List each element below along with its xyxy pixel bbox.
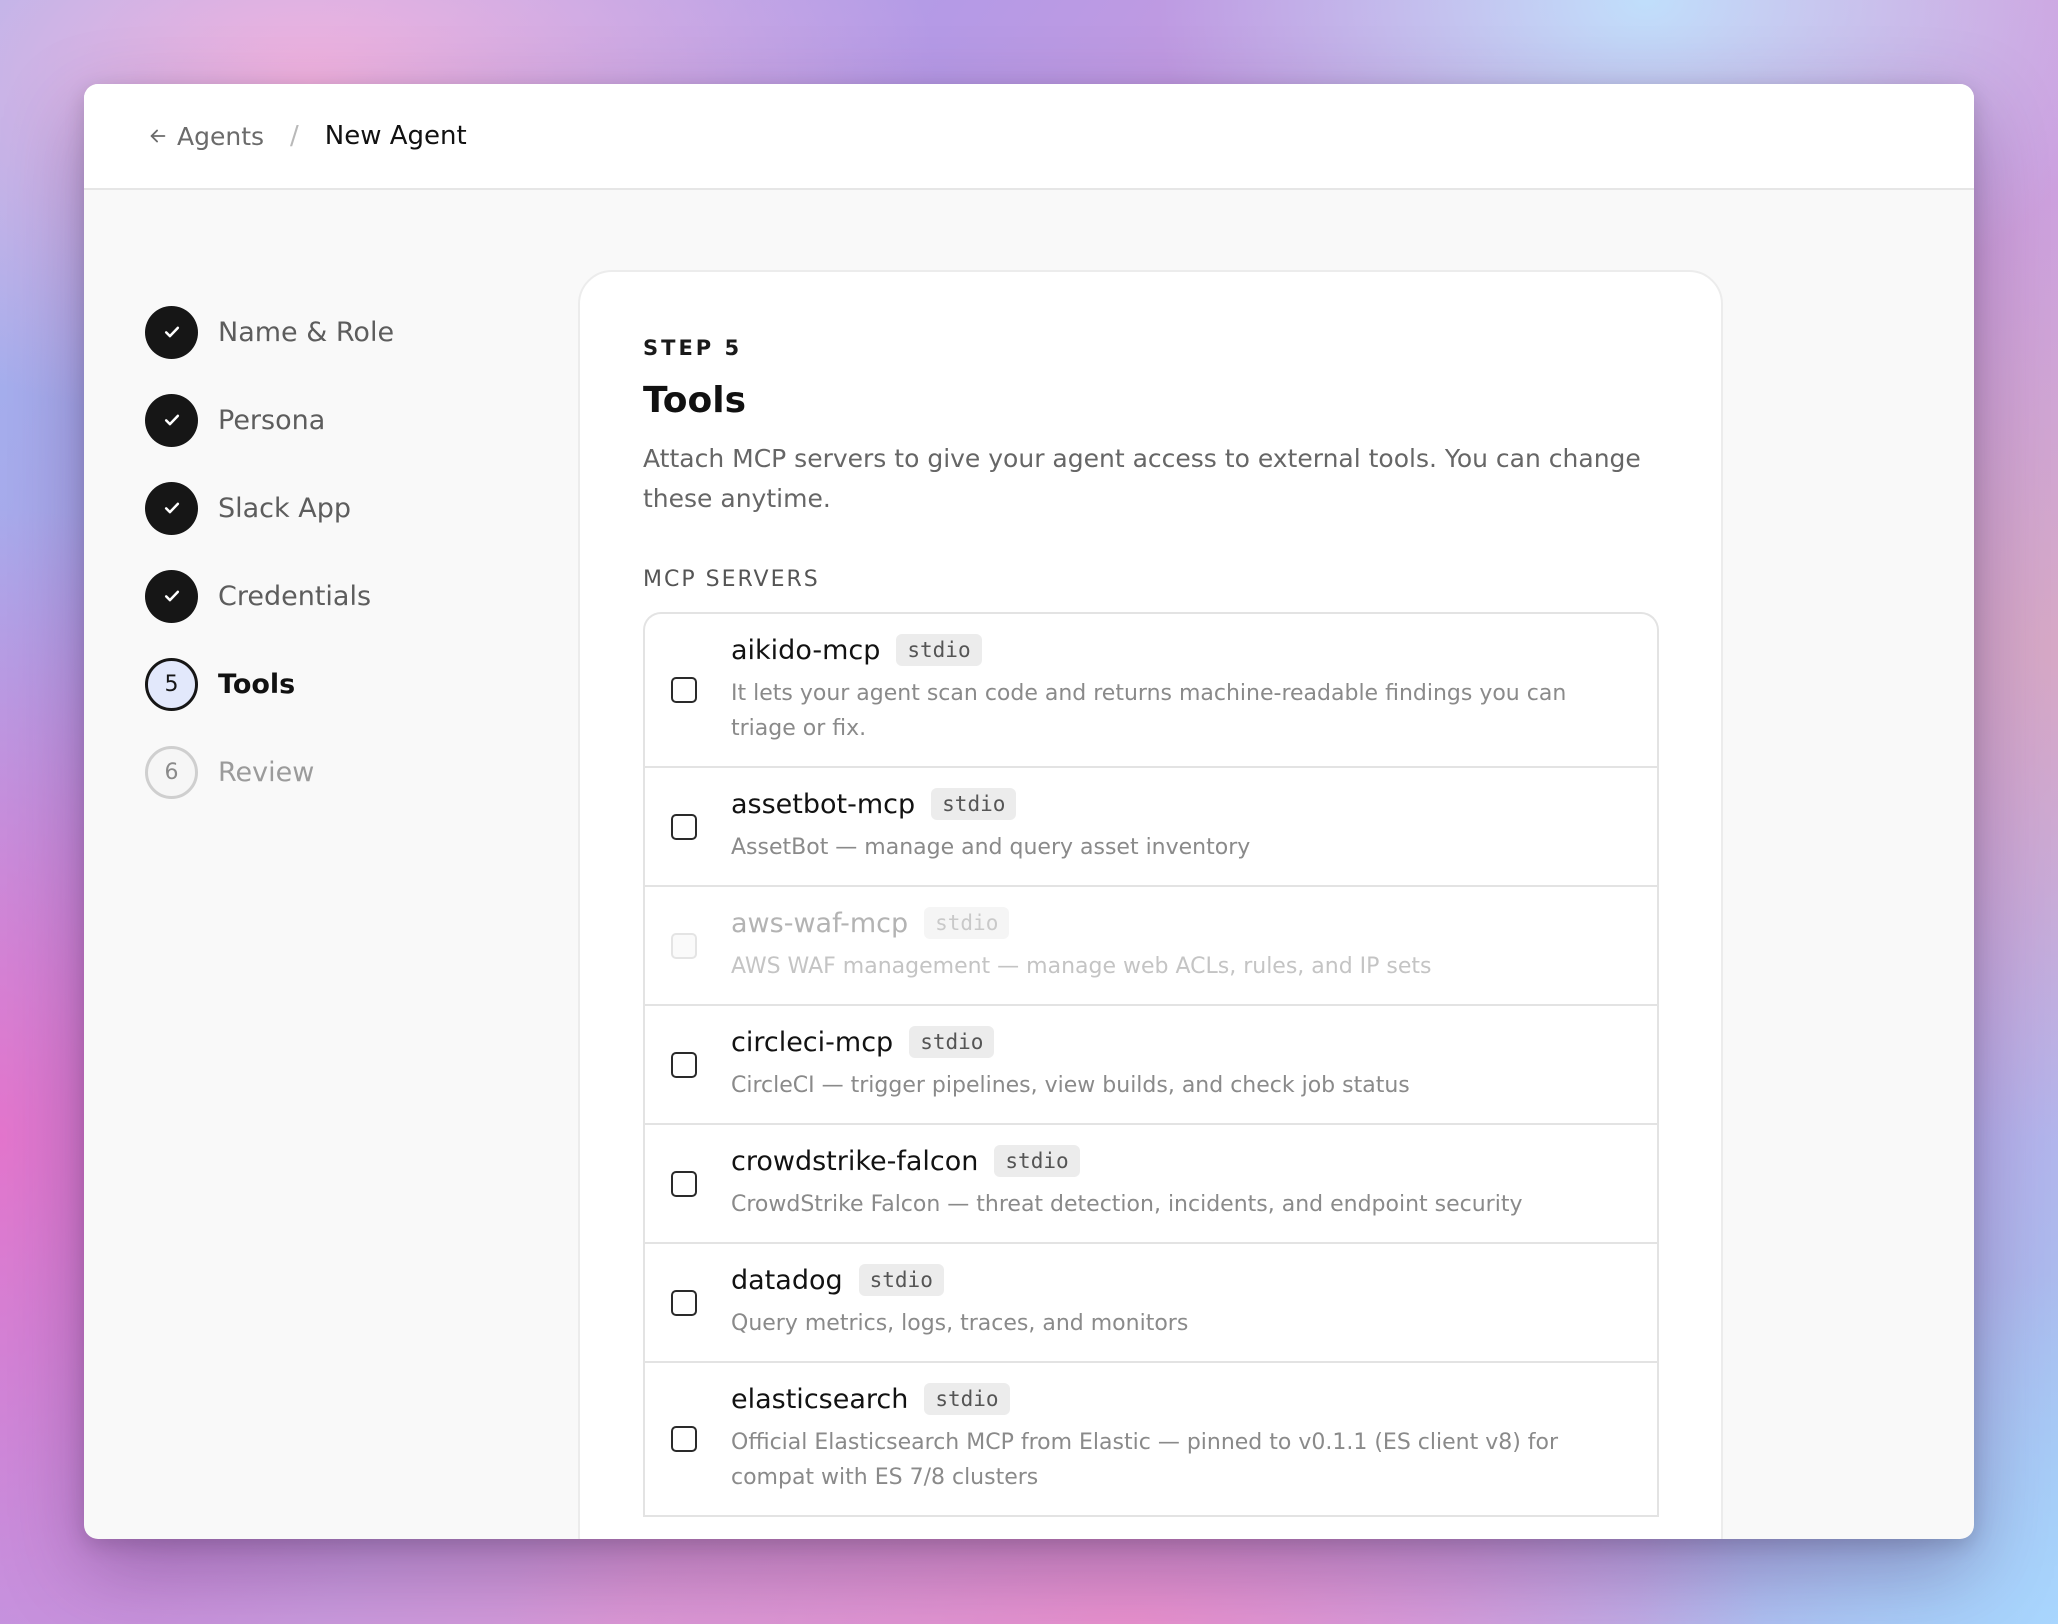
server-name: crowdstrike-falcon [731,1145,979,1177]
checkmark-icon [164,414,179,426]
transport-badge: stdio [994,1145,1080,1177]
wizard-stepper: Name & Role Persona Slack App Credential… [145,288,394,816]
step-number-indicator: 6 [145,745,198,799]
server-description: CrowdStrike Falcon — threat detection, i… [731,1192,1523,1217]
server-name: aikido-mcp [731,634,881,666]
tools-step-card: STEP 5 Tools Attach MCP servers to give … [578,270,1723,1539]
server-description: CircleCI — trigger pipelines, view build… [731,1073,1410,1098]
step-persona[interactable]: Persona [145,376,394,464]
mcp-server-row[interactable]: datadog stdio Query metrics, logs, trace… [645,1244,1657,1363]
checkmark-icon [164,326,179,338]
breadcrumb-back-label: Agents [177,121,265,151]
server-info: crowdstrike-falcon stdio CrowdStrike Fal… [731,1145,1631,1222]
step-tools[interactable]: 5 Tools [145,640,394,728]
top-bar: Agents / New Agent [84,84,1974,190]
step-name-role[interactable]: Name & Role [145,288,394,376]
step-label: Credentials [218,580,372,612]
server-name: datadog [731,1264,843,1296]
server-checkbox[interactable] [671,1289,697,1316]
server-name: circleci-mcp [731,1026,894,1058]
step-credentials[interactable]: Credentials [145,552,394,640]
mcp-server-row-disabled: aws-waf-mcp stdio AWS WAF management — m… [645,887,1657,1006]
step-done-indicator [145,569,198,623]
mcp-server-row[interactable]: aikido-mcp stdio It lets your agent scan… [645,614,1657,768]
step-label: Name & Role [218,316,395,348]
step-review: 6 Review [145,728,394,816]
server-info: elasticsearch stdio Official Elasticsear… [731,1383,1631,1495]
server-checkbox[interactable] [671,677,697,703]
server-checkbox[interactable] [671,1051,697,1078]
transport-badge: stdio [924,907,1010,939]
server-description: AssetBot — manage and query asset invent… [731,835,1251,860]
section-label: MCP SERVERS [643,567,820,592]
server-checkbox-disabled [671,932,697,959]
step-label: Slack App [218,492,351,524]
transport-badge: stdio [909,1026,995,1058]
checkmark-icon [164,502,179,514]
step-number-indicator: 5 [145,657,198,711]
step-label: Persona [218,404,326,436]
transport-badge: stdio [896,634,982,666]
step-done-indicator [145,393,198,447]
step-done-indicator [145,481,198,535]
step-label: Tools [218,668,296,700]
transport-badge: stdio [858,1264,944,1296]
server-description: It lets your agent scan code and returns… [731,681,1567,741]
page-title: Tools [643,380,747,421]
step-slack-app[interactable]: Slack App [145,464,394,552]
server-info: assetbot-mcp stdio AssetBot — manage and… [731,788,1631,865]
server-info: aws-waf-mcp stdio AWS WAF management — m… [731,907,1631,984]
app-window: Agents / New Agent Name & Role Persona S… [84,84,1974,1539]
arrow-left-icon [150,129,166,143]
server-description: Official Elasticsearch MCP from Elastic … [731,1430,1559,1490]
breadcrumb-separator: / [290,121,299,151]
transport-badge: stdio [931,788,1017,820]
server-checkbox[interactable] [671,1170,697,1197]
mcp-server-row[interactable]: elasticsearch stdio Official Elasticsear… [645,1363,1657,1517]
server-name: elasticsearch [731,1383,909,1415]
mcp-server-row[interactable]: assetbot-mcp stdio AssetBot — manage and… [645,768,1657,887]
server-name: assetbot-mcp [731,788,916,820]
server-checkbox[interactable] [671,1426,697,1452]
server-info: aikido-mcp stdio It lets your agent scan… [731,634,1631,746]
server-name: aws-waf-mcp [731,907,909,939]
server-description: Query metrics, logs, traces, and monitor… [731,1311,1189,1336]
breadcrumb-back-link[interactable]: Agents [147,122,264,151]
server-info: datadog stdio Query metrics, logs, trace… [731,1264,1631,1341]
transport-badge: stdio [924,1383,1010,1415]
checkmark-icon [164,590,179,602]
step-label: Review [218,756,315,788]
step-eyebrow: STEP 5 [643,336,743,360]
mcp-server-row[interactable]: crowdstrike-falcon stdio CrowdStrike Fal… [645,1125,1657,1244]
mcp-server-row[interactable]: circleci-mcp stdio CircleCI — trigger pi… [645,1006,1657,1125]
mcp-server-list: aikido-mcp stdio It lets your agent scan… [643,612,1659,1517]
server-checkbox[interactable] [671,813,697,840]
breadcrumb-current: New Agent [324,121,467,151]
server-info: circleci-mcp stdio CircleCI — trigger pi… [731,1026,1631,1103]
page-description: Attach MCP servers to give your agent ac… [643,444,1641,513]
server-description: AWS WAF management — manage web ACLs, ru… [731,954,1432,979]
step-done-indicator [145,305,198,359]
